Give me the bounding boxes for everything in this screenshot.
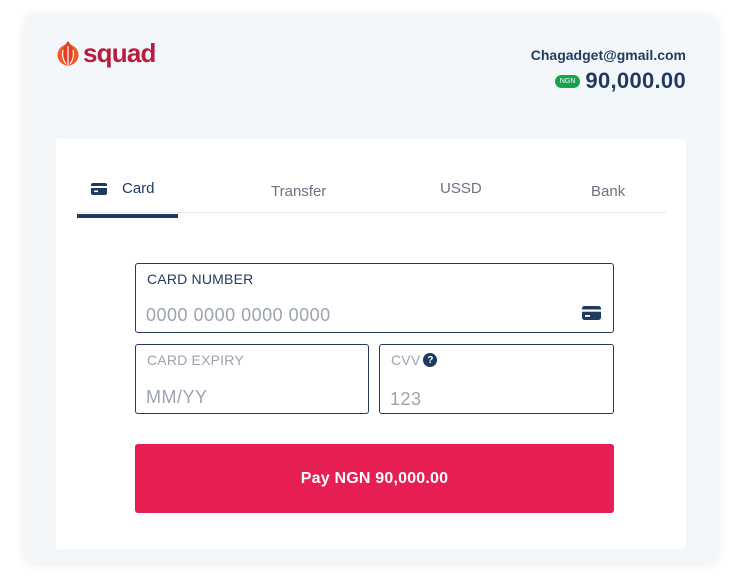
card-expiry-label: CARD EXPIRY (147, 352, 244, 368)
tab-ussd[interactable]: USSD (440, 180, 482, 216)
account-summary: Chagadget@gmail.com NGN 90,000.00 (531, 46, 686, 94)
active-tab-indicator (77, 214, 178, 218)
payment-amount: 90,000.00 (585, 68, 686, 93)
tab-bank[interactable]: Bank (591, 183, 625, 219)
cvv-label: CVV (391, 352, 421, 368)
amount-row: NGN 90,000.00 (531, 68, 686, 94)
card-icon (582, 306, 601, 320)
card-number-input[interactable] (146, 304, 566, 326)
card-number-field: CARD NUMBER (135, 263, 614, 333)
payment-modal: squad Chagadget@gmail.com NGN 90,000.00 … (24, 14, 718, 562)
tab-label: Transfer (271, 183, 327, 200)
payment-method-tabs: Card Transfer USSD Bank (77, 177, 666, 218)
brand-logo: squad (57, 38, 156, 68)
tab-label: Bank (591, 183, 626, 200)
card-expiry-input[interactable] (146, 386, 346, 408)
cvv-field: CVV ? (379, 344, 614, 414)
pay-button[interactable]: Pay NGN 90,000.00 (135, 444, 614, 513)
tab-transfer[interactable]: Transfer (271, 183, 326, 219)
tab-label: Card (122, 180, 155, 197)
tab-card[interactable]: Card (77, 180, 178, 218)
card-icon (91, 183, 107, 195)
brand-name: squad (83, 38, 156, 68)
cvv-input[interactable] (390, 388, 590, 410)
currency-badge: NGN (554, 74, 581, 88)
card-number-label: CARD NUMBER (147, 271, 254, 287)
tab-label: USSD (440, 180, 482, 197)
help-icon[interactable]: ? (423, 353, 438, 367)
card-expiry-field: CARD EXPIRY (135, 344, 369, 414)
cvv-label-wrap: CVV ? (391, 352, 438, 368)
customer-email: Chagadget@gmail.com (530, 47, 686, 63)
flame-orb-icon (57, 41, 79, 66)
